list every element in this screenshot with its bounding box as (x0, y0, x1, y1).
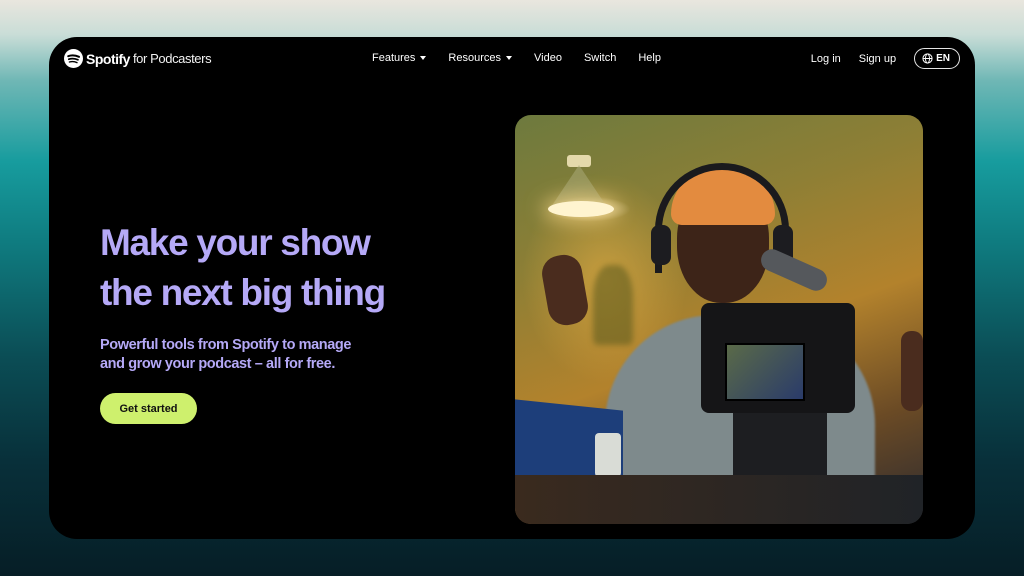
hero-headline: Make your show the next big thing (100, 218, 386, 318)
brand-suffix: for Podcasters (132, 51, 212, 66)
language-selector[interactable]: EN (914, 48, 960, 69)
lamp-light (548, 201, 614, 217)
desk (515, 475, 923, 524)
nav-item-video[interactable]: Video (534, 52, 562, 64)
brand-name: Spotify (86, 50, 130, 67)
microphone (757, 245, 831, 295)
camera-screen (725, 343, 805, 401)
nav-item-label: Resources (448, 52, 501, 64)
hero-subtitle-line-2: and grow your podcast – all for free. (100, 356, 335, 372)
nav-item-label: Video (534, 52, 562, 64)
nav-item-label: Features (372, 52, 416, 64)
nav-item-label: Help (638, 52, 661, 64)
get-started-button[interactable]: Get started (100, 393, 197, 424)
headphone-cup-left (651, 225, 671, 265)
plant (593, 265, 633, 345)
hero-subtitle-line-1: Powerful tools from Spotify to manage (100, 337, 352, 353)
main-menu: Features Resources Video Switch Help (372, 52, 683, 64)
brand-logo[interactable]: Spotify for Podcasters (64, 49, 212, 68)
hero-headline-line-1: Make your show (100, 222, 371, 263)
caret-down-icon (506, 56, 512, 60)
account-links: Log in Sign up EN (811, 48, 960, 69)
nav-item-label: Switch (583, 52, 617, 64)
mug (595, 433, 621, 477)
person-hand-left (539, 252, 591, 328)
caret-down-icon (420, 56, 427, 60)
person-hand-right (901, 331, 923, 411)
signup-link[interactable]: Sign up (859, 53, 896, 65)
nav-item-switch[interactable]: Switch (584, 52, 616, 64)
browser-page: Spotify for Podcasters Features Resource… (49, 37, 975, 539)
nav-item-features[interactable]: Features (372, 52, 427, 64)
hero-image (515, 115, 923, 524)
login-link[interactable]: Log in (811, 53, 841, 65)
nav-item-help[interactable]: Help (638, 52, 661, 64)
globe-icon (922, 53, 933, 64)
language-label: EN (936, 53, 950, 64)
spotify-logo-icon (64, 49, 83, 68)
hero-headline-line-2: the next big thing (100, 272, 386, 313)
top-navigation: Spotify for Podcasters Features Resource… (49, 37, 975, 81)
nav-item-resources[interactable]: Resources (448, 52, 512, 64)
hero-subtitle: Powerful tools from Spotify to manage an… (100, 336, 351, 374)
